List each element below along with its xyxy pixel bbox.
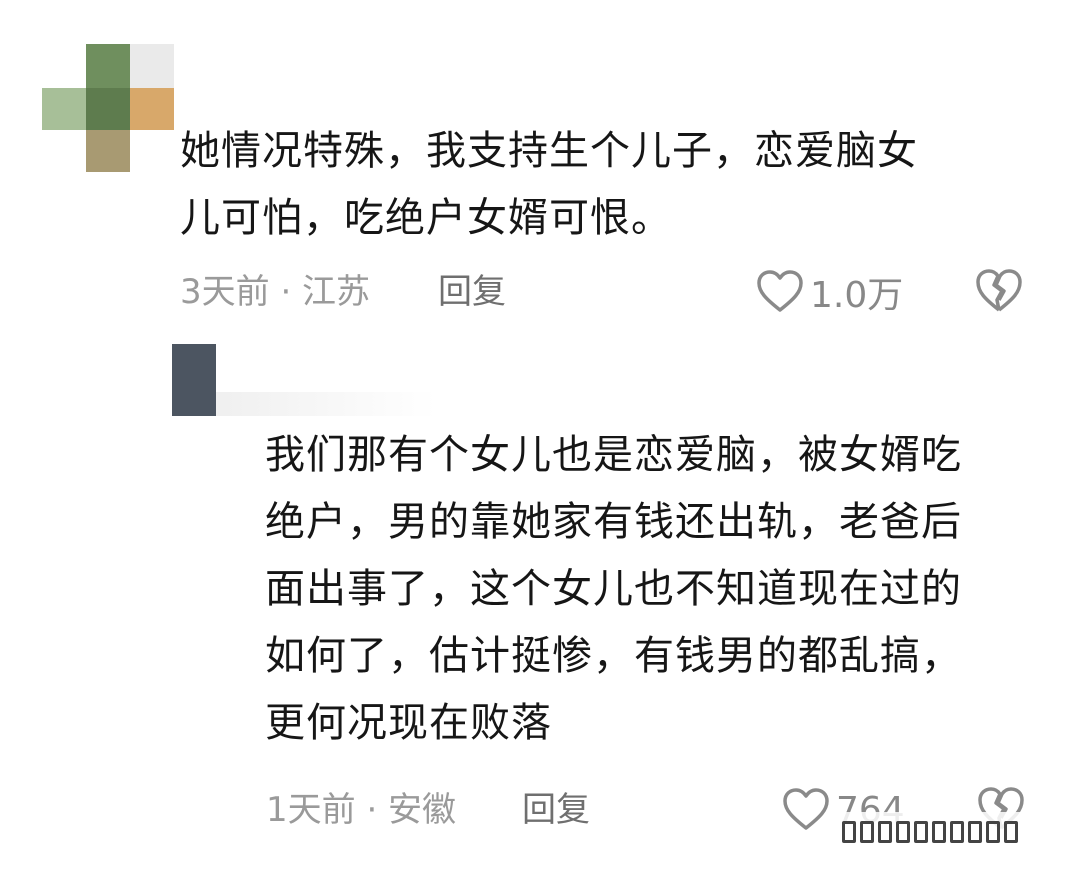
like-count: 1.0万 [810, 275, 904, 316]
avatar[interactable] [172, 344, 216, 416]
broken-heart-icon [976, 269, 1022, 312]
comment-text: 我们那有个女儿也是恋爱脑，被女婿吃 绝户，男的靠她家有钱还出轨，老爸后 面出事了… [265, 432, 962, 746]
like-button[interactable]: 1.0万 [756, 270, 903, 316]
dislike-button[interactable] [975, 268, 1023, 318]
reply-button[interactable]: 回复 [522, 788, 590, 832]
comment-meta: 1天前 · 安徽 [266, 790, 457, 830]
heart-outline-icon [757, 270, 803, 312]
username-blur [216, 392, 436, 416]
comment-text: 她情况特殊，我支持生个儿子，恋爱脑女 儿可怕，吃绝户女婿可恨。 [180, 128, 918, 241]
comment-meta: 3天前 · 江苏 [180, 272, 371, 312]
watermark-overlay [842, 812, 1060, 852]
heart-outline-icon [783, 788, 829, 830]
reply-button[interactable]: 回复 [438, 270, 506, 314]
